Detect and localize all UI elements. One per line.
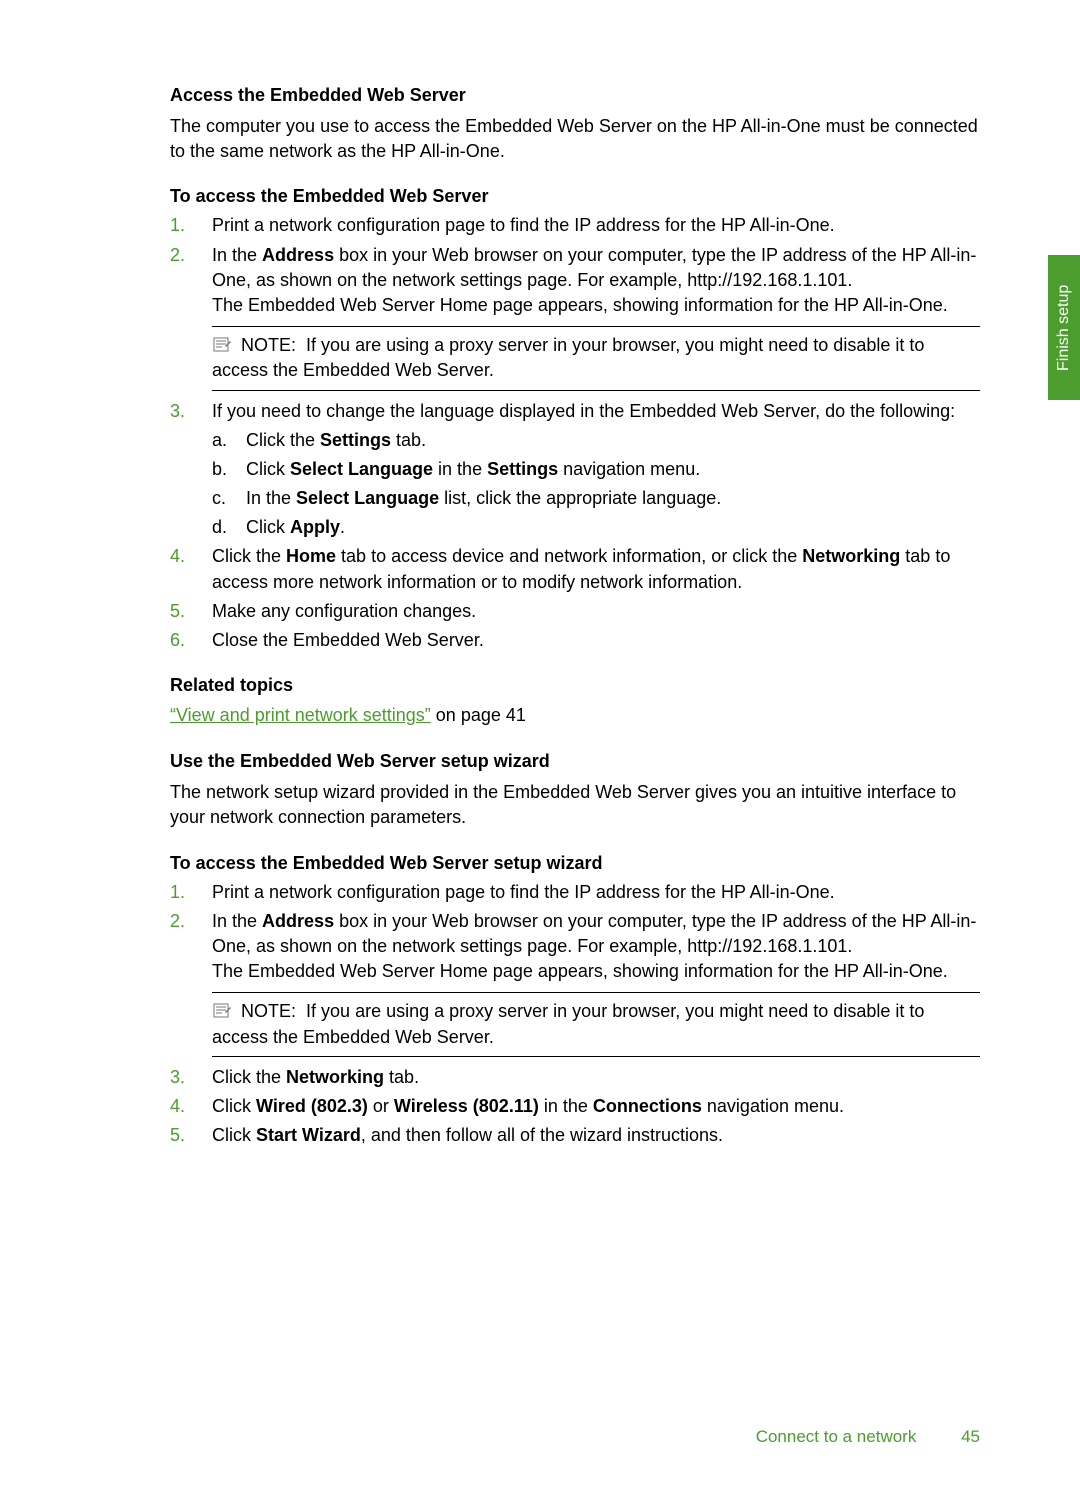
list-item: Click Start Wizard, and then follow all … [170, 1123, 980, 1148]
list-item: In the Address box in your Web browser o… [170, 243, 980, 391]
text: in the [539, 1096, 593, 1116]
text-bold: Apply [290, 517, 340, 537]
footer-page-number: 45 [961, 1427, 980, 1446]
note-text: If you are using a proxy server in your … [212, 1001, 924, 1046]
text-bold: Wired (802.3) [256, 1096, 368, 1116]
text: Click the [246, 430, 320, 450]
page-body: Access the Embedded Web Server The compu… [0, 0, 1080, 1202]
list-item: If you need to change the language displ… [170, 399, 980, 541]
heading-access-ews: Access the Embedded Web Server [170, 85, 980, 106]
text: navigation menu. [702, 1096, 844, 1116]
list-item: Click Apply. [212, 515, 980, 540]
page-footer: Connect to a network 45 [756, 1427, 980, 1447]
list-heading-1: To access the Embedded Web Server [170, 186, 980, 207]
text: Click [212, 1096, 256, 1116]
text: In the [212, 245, 262, 265]
text-bold: Networking [802, 546, 900, 566]
text: or [368, 1096, 394, 1116]
related-link[interactable]: “View and print network settings” [170, 705, 431, 725]
text-bold: Networking [286, 1067, 384, 1087]
list-heading-2: To access the Embedded Web Server setup … [170, 853, 980, 874]
note-label: NOTE: [241, 335, 296, 355]
text: If you need to change the language displ… [212, 401, 955, 421]
text: tab to access device and network informa… [336, 546, 802, 566]
text: Click [212, 1125, 256, 1145]
list-item: Click Wired (802.3) or Wireless (802.11)… [170, 1094, 980, 1119]
text: on page 41 [431, 705, 526, 725]
text: . [340, 517, 345, 537]
text-bold: Select Language [290, 459, 433, 479]
text: In the [246, 488, 296, 508]
list-item: Click Select Language in the Settings na… [212, 457, 980, 482]
text-bold: Wireless (802.11) [394, 1096, 539, 1116]
intro-1: The computer you use to access the Embed… [170, 114, 980, 164]
list-item: Click the Home tab to access device and … [170, 544, 980, 594]
text-bold: Select Language [296, 488, 439, 508]
text: Click [246, 459, 290, 479]
text-bold: Settings [487, 459, 558, 479]
note-text: If you are using a proxy server in your … [212, 335, 924, 380]
list-item: Print a network configuration page to fi… [170, 213, 980, 238]
text: navigation menu. [558, 459, 700, 479]
ordered-list-2: Print a network configuration page to fi… [170, 880, 980, 1149]
intro-2: The network setup wizard provided in the… [170, 780, 980, 830]
text-bold: Home [286, 546, 336, 566]
list-item: Click the Settings tab. [212, 428, 980, 453]
text-bold: Address [262, 911, 334, 931]
text: tab. [384, 1067, 419, 1087]
list-item: Click the Networking tab. [170, 1065, 980, 1090]
list-item: Close the Embedded Web Server. [170, 628, 980, 653]
text: in the [433, 459, 487, 479]
text-bold: Address [262, 245, 334, 265]
footer-section: Connect to a network [756, 1427, 917, 1446]
note-box: NOTE: If you are using a proxy server in… [212, 326, 980, 390]
heading-setup-wizard: Use the Embedded Web Server setup wizard [170, 751, 980, 772]
note-icon [212, 333, 232, 358]
text: Click the [212, 546, 286, 566]
text: The Embedded Web Server Home page appear… [212, 293, 980, 318]
list-item: In the Select Language list, click the a… [212, 486, 980, 511]
note-label: NOTE: [241, 1001, 296, 1021]
text: , and then follow all of the wizard inst… [361, 1125, 723, 1145]
note-box: NOTE: If you are using a proxy server in… [212, 992, 980, 1056]
text-bold: Settings [320, 430, 391, 450]
related-topics: Related topics “View and print network s… [170, 675, 980, 729]
list-item: In the Address box in your Web browser o… [170, 909, 980, 1057]
text: The Embedded Web Server Home page appear… [212, 959, 980, 984]
related-heading: Related topics [170, 675, 980, 696]
note-icon [212, 999, 232, 1024]
sub-list: Click the Settings tab. Click Select Lan… [212, 428, 980, 541]
list-item: Make any configuration changes. [170, 599, 980, 624]
text: In the [212, 911, 262, 931]
text-bold: Start Wizard [256, 1125, 361, 1145]
text-bold: Connections [593, 1096, 702, 1116]
text: tab. [391, 430, 426, 450]
text: Click [246, 517, 290, 537]
text: Click the [212, 1067, 286, 1087]
text: list, click the appropriate language. [439, 488, 721, 508]
list-item: Print a network configuration page to fi… [170, 880, 980, 905]
ordered-list-1: Print a network configuration page to fi… [170, 213, 980, 653]
